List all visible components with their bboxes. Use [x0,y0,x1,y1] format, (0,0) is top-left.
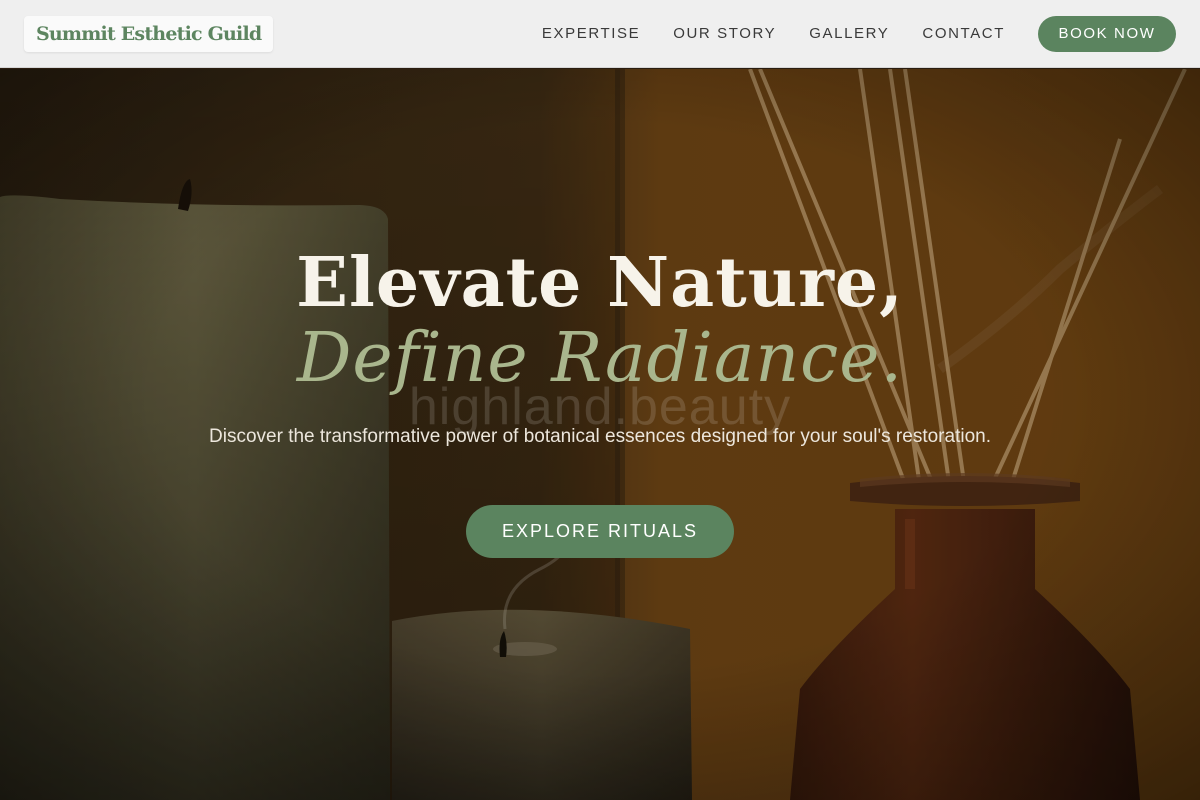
hero-headline-line1: Elevate Nature, [296,243,904,323]
hero-section: highland.beauty Elevate Nature, Define R… [0,69,1200,800]
hero-content: highland.beauty Elevate Nature, Define R… [0,69,1200,800]
nav-our-story[interactable]: OUR STORY [673,25,776,42]
nav-expertise[interactable]: EXPERTISE [542,25,640,42]
nav-gallery[interactable]: GALLERY [809,25,889,42]
book-now-button[interactable]: BOOK NOW [1038,15,1176,52]
nav-contact[interactable]: CONTACT [922,25,1005,42]
main-nav: EXPERTISE OUR STORY GALLERY CONTACT BOOK… [509,15,1176,52]
brand-logo[interactable]: Summit Esthetic Guild [24,15,274,52]
explore-rituals-button[interactable]: EXPLORE RITUALS [466,505,734,558]
landing-page: Summit Esthetic Guild EXPERTISE OUR STOR… [0,0,1200,800]
hero-subtitle: Discover the transformative power of bot… [209,426,991,447]
site-header: Summit Esthetic Guild EXPERTISE OUR STOR… [0,0,1200,68]
hero-headline-line2: Define Radiance. [296,319,904,398]
